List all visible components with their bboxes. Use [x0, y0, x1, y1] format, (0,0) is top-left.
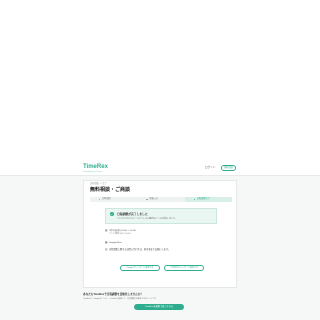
note-text: 日程調整に関するお問い合わせは、担当者までお願いします。	[109, 249, 171, 251]
step-dot-icon	[99, 198, 101, 201]
promo-question: あなたもTimeRexで日程調整を自動化しませんか？	[83, 293, 143, 296]
step-dot-icon	[193, 198, 196, 201]
check-icon: ✓	[110, 212, 114, 216]
step-indicator: 日時選択 情報入力 日程調整完了	[90, 197, 232, 202]
add-other-calendar-button[interactable]: その他のカレンダーに追加する	[164, 265, 204, 271]
step-label: 日程調整完了	[196, 198, 210, 200]
success-title: 日程調整が完了しました	[117, 212, 148, 216]
try-free-button[interactable]: TimeRexを無料で使ってみる	[134, 304, 184, 310]
step-input-info: 情報入力	[137, 197, 185, 202]
step-label: 情報入力	[149, 198, 159, 200]
step-complete: 日程調整完了	[184, 197, 232, 202]
success-description: ご入力いただいたメールアドレスに確認のメールを送信しました。	[117, 218, 178, 220]
success-message: ✓ 日程調整が完了しました ご入力いただいたメールアドレスに確認のメールを送信し…	[105, 208, 217, 224]
step-dot-icon	[146, 198, 148, 201]
location-text: Google Meet	[109, 242, 122, 244]
app-container: TimeRex Scheduling for Teams ログイン 無料登録 日…	[0, 162, 320, 320]
logo-subtitle: Scheduling for Teams	[83, 170, 103, 173]
promo-description: TimeRexは、Googleカレンダー・Outlookと連携して、日程調整を自…	[83, 298, 158, 300]
datetime-text: 7月28日(木) 10:00 〜 10:30	[109, 230, 136, 232]
signup-button[interactable]: 無料登録	[221, 165, 236, 171]
blank-area	[0, 0, 320, 162]
note-row: ▤ 日程調整に関するお問い合わせは、担当者までお願いします。	[105, 248, 170, 252]
timezone-text: アジア/東京 (UTC+9:00)	[109, 233, 131, 235]
page-title: 無料相談・ご商談	[90, 187, 131, 193]
breadcrumb: 日程調整 ＞ 完了	[90, 183, 107, 185]
completion-card: 日程調整 ＞ 完了 無料相談・ご商談 日時選択 情報入力 日程調整完了 ✓ 日程…	[83, 180, 237, 288]
logo[interactable]: TimeRex	[83, 164, 108, 170]
login-link[interactable]: ログイン	[205, 166, 215, 170]
calendar-actions: Googleカレンダーに追加する その他のカレンダーに追加する	[120, 265, 204, 271]
step-label: 日時選択	[102, 198, 111, 200]
header: TimeRex Scheduling for Teams ログイン 無料登録	[0, 162, 320, 176]
step-select-datetime: 日時選択	[90, 197, 138, 202]
location-row: ▣ Google Meet	[105, 241, 122, 245]
add-google-calendar-button[interactable]: Googleカレンダーに追加する	[120, 265, 160, 271]
